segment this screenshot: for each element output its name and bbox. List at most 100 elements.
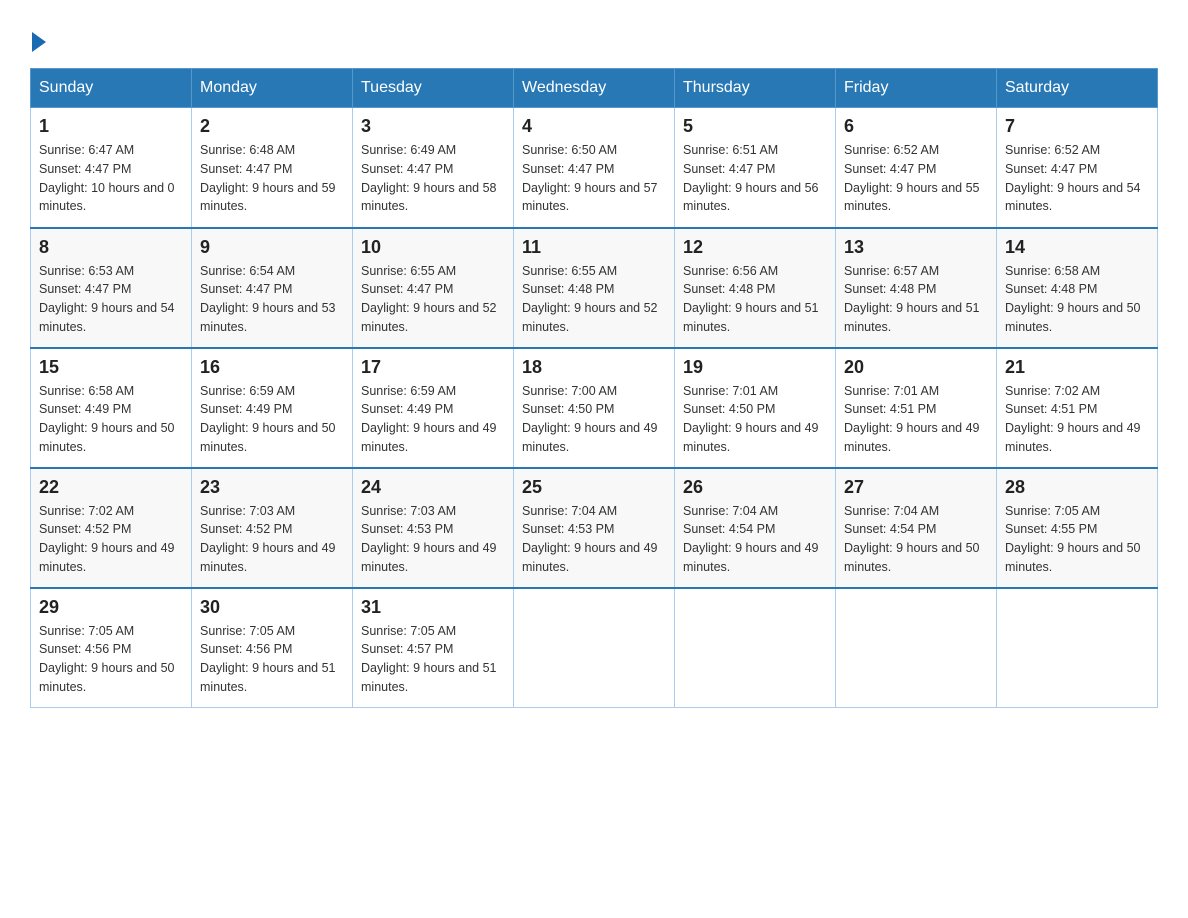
day-info: Sunrise: 6:49 AMSunset: 4:47 PMDaylight:…	[361, 141, 505, 216]
day-number: 25	[522, 477, 666, 498]
calendar-cell	[997, 588, 1158, 708]
day-info: Sunrise: 6:53 AMSunset: 4:47 PMDaylight:…	[39, 262, 183, 337]
calendar-cell: 6 Sunrise: 6:52 AMSunset: 4:47 PMDayligh…	[836, 108, 997, 228]
day-number: 11	[522, 237, 666, 258]
calendar-cell: 29 Sunrise: 7:05 AMSunset: 4:56 PMDaylig…	[31, 588, 192, 708]
day-number: 18	[522, 357, 666, 378]
calendar-cell: 8 Sunrise: 6:53 AMSunset: 4:47 PMDayligh…	[31, 228, 192, 348]
calendar-cell: 11 Sunrise: 6:55 AMSunset: 4:48 PMDaylig…	[514, 228, 675, 348]
day-number: 30	[200, 597, 344, 618]
calendar-cell: 18 Sunrise: 7:00 AMSunset: 4:50 PMDaylig…	[514, 348, 675, 468]
day-info: Sunrise: 6:52 AMSunset: 4:47 PMDaylight:…	[1005, 141, 1149, 216]
calendar-cell: 12 Sunrise: 6:56 AMSunset: 4:48 PMDaylig…	[675, 228, 836, 348]
calendar-week-row: 1 Sunrise: 6:47 AMSunset: 4:47 PMDayligh…	[31, 108, 1158, 228]
calendar-cell: 26 Sunrise: 7:04 AMSunset: 4:54 PMDaylig…	[675, 468, 836, 588]
calendar-cell: 4 Sunrise: 6:50 AMSunset: 4:47 PMDayligh…	[514, 108, 675, 228]
day-number: 6	[844, 116, 988, 137]
day-number: 26	[683, 477, 827, 498]
day-info: Sunrise: 7:04 AMSunset: 4:54 PMDaylight:…	[683, 502, 827, 577]
calendar-cell: 20 Sunrise: 7:01 AMSunset: 4:51 PMDaylig…	[836, 348, 997, 468]
calendar-cell: 16 Sunrise: 6:59 AMSunset: 4:49 PMDaylig…	[192, 348, 353, 468]
col-header-friday: Friday	[836, 69, 997, 108]
calendar-cell: 31 Sunrise: 7:05 AMSunset: 4:57 PMDaylig…	[353, 588, 514, 708]
day-number: 31	[361, 597, 505, 618]
calendar-cell: 21 Sunrise: 7:02 AMSunset: 4:51 PMDaylig…	[997, 348, 1158, 468]
calendar-cell: 17 Sunrise: 6:59 AMSunset: 4:49 PMDaylig…	[353, 348, 514, 468]
calendar-cell	[675, 588, 836, 708]
calendar-cell	[514, 588, 675, 708]
day-number: 5	[683, 116, 827, 137]
day-number: 2	[200, 116, 344, 137]
calendar-week-row: 15 Sunrise: 6:58 AMSunset: 4:49 PMDaylig…	[31, 348, 1158, 468]
day-number: 20	[844, 357, 988, 378]
day-number: 10	[361, 237, 505, 258]
day-info: Sunrise: 6:58 AMSunset: 4:48 PMDaylight:…	[1005, 262, 1149, 337]
day-number: 14	[1005, 237, 1149, 258]
calendar-cell: 23 Sunrise: 7:03 AMSunset: 4:52 PMDaylig…	[192, 468, 353, 588]
calendar-week-row: 29 Sunrise: 7:05 AMSunset: 4:56 PMDaylig…	[31, 588, 1158, 708]
day-info: Sunrise: 7:01 AMSunset: 4:50 PMDaylight:…	[683, 382, 827, 457]
day-info: Sunrise: 6:47 AMSunset: 4:47 PMDaylight:…	[39, 141, 183, 216]
day-number: 19	[683, 357, 827, 378]
day-info: Sunrise: 7:00 AMSunset: 4:50 PMDaylight:…	[522, 382, 666, 457]
calendar-header-row: SundayMondayTuesdayWednesdayThursdayFrid…	[31, 69, 1158, 108]
day-info: Sunrise: 7:02 AMSunset: 4:52 PMDaylight:…	[39, 502, 183, 577]
day-info: Sunrise: 7:05 AMSunset: 4:57 PMDaylight:…	[361, 622, 505, 697]
day-number: 28	[1005, 477, 1149, 498]
calendar-cell: 13 Sunrise: 6:57 AMSunset: 4:48 PMDaylig…	[836, 228, 997, 348]
day-number: 8	[39, 237, 183, 258]
day-info: Sunrise: 7:05 AMSunset: 4:55 PMDaylight:…	[1005, 502, 1149, 577]
calendar-week-row: 8 Sunrise: 6:53 AMSunset: 4:47 PMDayligh…	[31, 228, 1158, 348]
calendar-cell: 10 Sunrise: 6:55 AMSunset: 4:47 PMDaylig…	[353, 228, 514, 348]
calendar-cell: 3 Sunrise: 6:49 AMSunset: 4:47 PMDayligh…	[353, 108, 514, 228]
day-info: Sunrise: 7:05 AMSunset: 4:56 PMDaylight:…	[200, 622, 344, 697]
col-header-tuesday: Tuesday	[353, 69, 514, 108]
day-number: 29	[39, 597, 183, 618]
day-info: Sunrise: 6:50 AMSunset: 4:47 PMDaylight:…	[522, 141, 666, 216]
col-header-wednesday: Wednesday	[514, 69, 675, 108]
page-header	[30, 30, 1158, 48]
day-info: Sunrise: 7:03 AMSunset: 4:52 PMDaylight:…	[200, 502, 344, 577]
calendar-cell: 2 Sunrise: 6:48 AMSunset: 4:47 PMDayligh…	[192, 108, 353, 228]
day-number: 27	[844, 477, 988, 498]
day-info: Sunrise: 6:48 AMSunset: 4:47 PMDaylight:…	[200, 141, 344, 216]
calendar-cell: 5 Sunrise: 6:51 AMSunset: 4:47 PMDayligh…	[675, 108, 836, 228]
calendar-cell: 30 Sunrise: 7:05 AMSunset: 4:56 PMDaylig…	[192, 588, 353, 708]
calendar-cell: 19 Sunrise: 7:01 AMSunset: 4:50 PMDaylig…	[675, 348, 836, 468]
day-info: Sunrise: 6:52 AMSunset: 4:47 PMDaylight:…	[844, 141, 988, 216]
day-info: Sunrise: 6:58 AMSunset: 4:49 PMDaylight:…	[39, 382, 183, 457]
day-number: 1	[39, 116, 183, 137]
day-number: 24	[361, 477, 505, 498]
day-info: Sunrise: 6:51 AMSunset: 4:47 PMDaylight:…	[683, 141, 827, 216]
day-number: 13	[844, 237, 988, 258]
day-info: Sunrise: 7:01 AMSunset: 4:51 PMDaylight:…	[844, 382, 988, 457]
calendar-cell: 24 Sunrise: 7:03 AMSunset: 4:53 PMDaylig…	[353, 468, 514, 588]
day-number: 3	[361, 116, 505, 137]
day-info: Sunrise: 7:05 AMSunset: 4:56 PMDaylight:…	[39, 622, 183, 697]
calendar-cell: 1 Sunrise: 6:47 AMSunset: 4:47 PMDayligh…	[31, 108, 192, 228]
day-info: Sunrise: 6:54 AMSunset: 4:47 PMDaylight:…	[200, 262, 344, 337]
calendar-cell: 14 Sunrise: 6:58 AMSunset: 4:48 PMDaylig…	[997, 228, 1158, 348]
calendar-cell: 27 Sunrise: 7:04 AMSunset: 4:54 PMDaylig…	[836, 468, 997, 588]
calendar-week-row: 22 Sunrise: 7:02 AMSunset: 4:52 PMDaylig…	[31, 468, 1158, 588]
day-info: Sunrise: 6:59 AMSunset: 4:49 PMDaylight:…	[361, 382, 505, 457]
day-info: Sunrise: 7:04 AMSunset: 4:53 PMDaylight:…	[522, 502, 666, 577]
calendar-cell: 22 Sunrise: 7:02 AMSunset: 4:52 PMDaylig…	[31, 468, 192, 588]
day-number: 23	[200, 477, 344, 498]
col-header-thursday: Thursday	[675, 69, 836, 108]
day-number: 9	[200, 237, 344, 258]
day-info: Sunrise: 6:59 AMSunset: 4:49 PMDaylight:…	[200, 382, 344, 457]
day-number: 15	[39, 357, 183, 378]
day-number: 4	[522, 116, 666, 137]
calendar-table: SundayMondayTuesdayWednesdayThursdayFrid…	[30, 68, 1158, 708]
day-info: Sunrise: 6:56 AMSunset: 4:48 PMDaylight:…	[683, 262, 827, 337]
col-header-monday: Monday	[192, 69, 353, 108]
day-number: 22	[39, 477, 183, 498]
day-info: Sunrise: 6:55 AMSunset: 4:47 PMDaylight:…	[361, 262, 505, 337]
day-number: 7	[1005, 116, 1149, 137]
day-number: 21	[1005, 357, 1149, 378]
day-info: Sunrise: 7:02 AMSunset: 4:51 PMDaylight:…	[1005, 382, 1149, 457]
calendar-cell	[836, 588, 997, 708]
calendar-cell: 28 Sunrise: 7:05 AMSunset: 4:55 PMDaylig…	[997, 468, 1158, 588]
calendar-cell: 15 Sunrise: 6:58 AMSunset: 4:49 PMDaylig…	[31, 348, 192, 468]
